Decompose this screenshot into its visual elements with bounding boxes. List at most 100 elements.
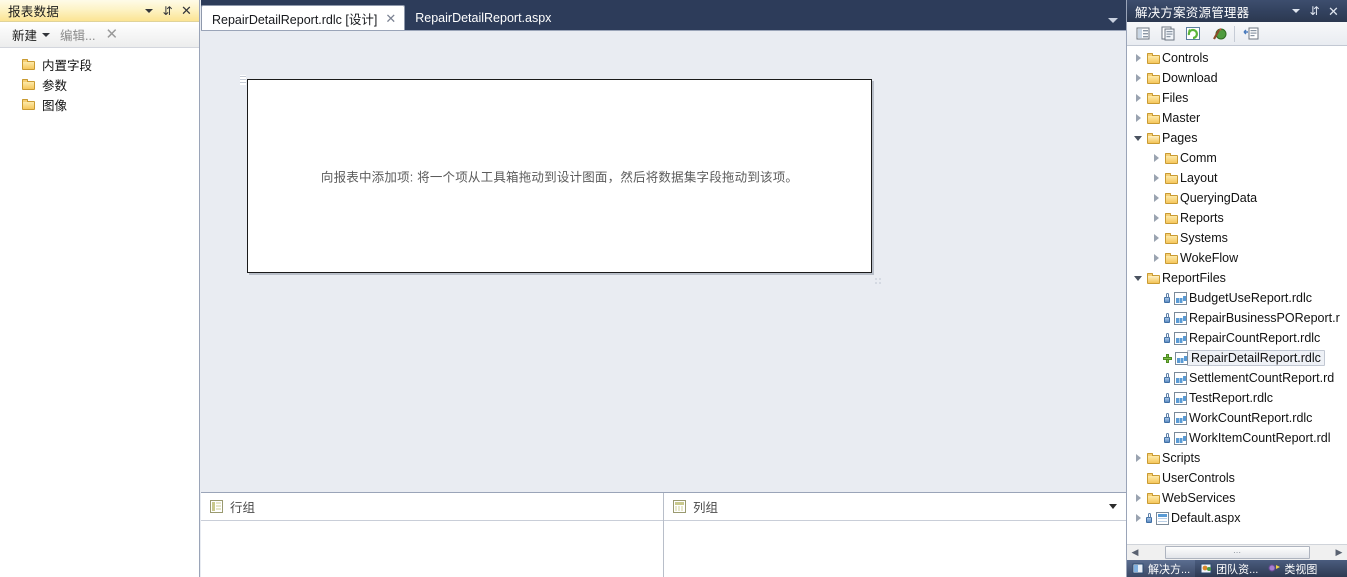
chevron-right-icon[interactable] [1149, 234, 1163, 242]
folder-icon [1163, 212, 1180, 224]
tree-row[interactable]: Comm [1127, 148, 1347, 168]
tree-row-label: Master [1162, 111, 1201, 125]
design-resize-handle-bottom-right[interactable] [874, 277, 883, 286]
report-body-region[interactable]: 向报表中添加项: 将一个项从工具箱拖动到设计图面，然后将数据集字段拖动到该项。 [247, 79, 872, 273]
tree-item-images[interactable]: 图像 [0, 94, 199, 114]
lock-icon [1163, 293, 1171, 303]
report-design-surface[interactable]: 向报表中添加项: 将一个项从工具箱拖动到设计图面，然后将数据集字段拖动到该项。 [201, 30, 1126, 493]
tree-row[interactable]: RepairDetailReport.rdlc [1127, 348, 1347, 368]
visual-studio-window: 报表数据 ⇵ ✕ 新建 编辑... ✕ 内置字段 参数 图像 RepairDet… [0, 0, 1347, 577]
chevron-right-icon[interactable] [1149, 154, 1163, 162]
chevron-right-icon[interactable] [1131, 114, 1145, 122]
close-icon[interactable]: ✕ [1327, 5, 1340, 18]
chevron-right-icon[interactable] [1149, 254, 1163, 262]
chevron-right-icon[interactable] [1131, 454, 1145, 462]
column-groups-header[interactable]: 列组 [664, 493, 1126, 521]
tree-item-builtin-fields[interactable]: 内置字段 [0, 54, 199, 74]
tree-row[interactable]: Reports [1127, 208, 1347, 228]
folder-icon [1163, 192, 1180, 204]
folder-icon [22, 98, 36, 110]
tree-row[interactable]: RepairBusinessPOReport.r [1127, 308, 1347, 328]
tree-row-label: RepairDetailReport.rdlc [1187, 350, 1325, 366]
tree-row[interactable]: WebServices [1127, 488, 1347, 508]
tree-row-label: BudgetUseReport.rdlc [1189, 291, 1312, 305]
scroll-left-arrow-icon[interactable]: ◀ [1127, 545, 1143, 560]
folder-icon [1145, 92, 1162, 104]
solution-explorer-panel: 解决方案资源管理器 ⇵ ✕ Controls Download Files Ma… [1126, 0, 1347, 577]
row-groups-header[interactable]: 行组 [201, 493, 663, 521]
chevron-right-icon[interactable] [1131, 54, 1145, 62]
tree-row[interactable]: UserControls [1127, 468, 1347, 488]
chevron-right-icon[interactable] [1131, 94, 1145, 102]
tab-close-icon[interactable]: ✕ [385, 12, 396, 25]
tree-row[interactable]: Layout [1127, 168, 1347, 188]
tab-repairdetailreport-aspx[interactable]: RepairDetailReport.aspx [405, 6, 559, 30]
hscroll-track[interactable]: ⋯ [1143, 545, 1331, 560]
edit-button-label: 编辑... [60, 29, 96, 43]
tree-row[interactable]: Download [1127, 68, 1347, 88]
tree-row-label: Systems [1180, 231, 1228, 245]
column-groups-list[interactable] [664, 521, 1126, 577]
solution-explorer-toolbar [1127, 22, 1347, 46]
tree-row[interactable]: RepairCountReport.rdlc [1127, 328, 1347, 348]
chevron-down-icon[interactable] [1131, 275, 1145, 281]
tree-row-label: Controls [1162, 51, 1209, 65]
tree-row[interactable]: BudgetUseReport.rdlc [1127, 288, 1347, 308]
tree-row-label: Layout [1180, 171, 1218, 185]
solution-explorer-tree: Controls Download Files Master Pages Comm Layo… [1127, 46, 1347, 544]
delete-button[interactable]: ✕ [101, 27, 122, 42]
design-resize-handle-top-left[interactable] [240, 75, 246, 85]
tree-row[interactable]: Scripts [1127, 448, 1347, 468]
chevron-down-icon[interactable] [1131, 135, 1145, 141]
tree-row[interactable]: Systems [1127, 228, 1347, 248]
chevron-right-icon[interactable] [1131, 74, 1145, 82]
bottom-tab-label: 团队资... [1216, 563, 1259, 576]
tree-item-label: 图像 [42, 98, 68, 113]
tree-row[interactable]: Master [1127, 108, 1347, 128]
dropdown-icon[interactable] [142, 4, 155, 17]
tabstrip-dropdown-icon[interactable] [1108, 18, 1118, 23]
chevron-right-icon[interactable] [1149, 174, 1163, 182]
chevron-down-icon[interactable] [42, 32, 51, 37]
tree-row[interactable]: QueryingData [1127, 188, 1347, 208]
tree-row[interactable]: WorkItemCountReport.rdl [1127, 428, 1347, 448]
scroll-right-arrow-icon[interactable]: ▶ [1331, 545, 1347, 560]
chevron-right-icon[interactable] [1131, 494, 1145, 502]
view-designer-icon[interactable] [1207, 24, 1229, 43]
edit-button[interactable]: 编辑... [56, 23, 99, 46]
lock-icon [1163, 333, 1171, 343]
close-icon[interactable]: ✕ [180, 4, 193, 17]
hscroll-thumb[interactable]: ⋯ [1165, 546, 1310, 559]
refresh-icon[interactable] [1182, 24, 1204, 43]
dropdown-icon[interactable] [1289, 5, 1302, 18]
tab-repairdetailreport-rdlc[interactable]: RepairDetailReport.rdlc [设计] ✕ [201, 5, 406, 30]
tree-row[interactable]: Controls [1127, 48, 1347, 68]
chevron-right-icon[interactable] [1149, 214, 1163, 222]
tree-row[interactable]: ReportFiles [1127, 268, 1347, 288]
chevron-right-icon[interactable] [1131, 514, 1145, 522]
view-code-icon[interactable] [1240, 24, 1262, 43]
pin-icon[interactable]: ⇵ [1308, 5, 1321, 18]
bottom-tab[interactable]: 团队资... [1195, 560, 1263, 577]
tree-row[interactable]: Files [1127, 88, 1347, 108]
show-all-files-icon[interactable] [1157, 24, 1179, 43]
tree-row[interactable]: WorkCountReport.rdlc [1127, 408, 1347, 428]
tree-row[interactable]: SettlementCountReport.rd [1127, 368, 1347, 388]
folder-icon [1163, 172, 1180, 184]
pin-icon[interactable]: ⇵ [161, 4, 174, 17]
chevron-right-icon[interactable] [1149, 194, 1163, 202]
tree-row[interactable]: WokeFlow [1127, 248, 1347, 268]
tree-row[interactable]: Pages [1127, 128, 1347, 148]
aspx-file-icon [1154, 511, 1171, 525]
tree-item-parameters[interactable]: 参数 [0, 74, 199, 94]
bottom-tab[interactable]: 解决方... [1127, 560, 1196, 577]
groups-dropdown-icon[interactable] [1109, 504, 1117, 509]
editor-area: RepairDetailReport.rdlc [设计] ✕ RepairDet… [201, 0, 1126, 577]
bottom-tab[interactable]: 类视图 [1263, 560, 1322, 577]
new-button[interactable]: 新建 [8, 23, 54, 46]
solution-explorer-hscrollbar[interactable]: ◀ ⋯ ▶ [1127, 544, 1347, 560]
properties-icon[interactable] [1132, 24, 1154, 43]
tree-row[interactable]: TestReport.rdlc [1127, 388, 1347, 408]
tree-row[interactable]: Default.aspx [1127, 508, 1347, 528]
row-groups-list[interactable] [201, 521, 663, 577]
